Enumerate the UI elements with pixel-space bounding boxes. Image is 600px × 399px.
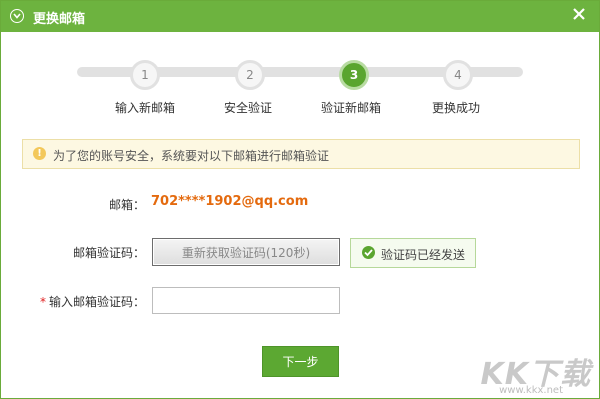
dialog-title: 更换邮箱 (33, 12, 86, 27)
check-circle-icon (362, 246, 375, 259)
step-3-label: 验证新邮箱 (320, 101, 381, 115)
code-label: 邮箱验证码： (72, 246, 145, 260)
verification-code-input[interactable] (152, 287, 340, 314)
input-code-label: * 输入邮箱验证码： (21, 293, 145, 310)
input-code-label-text: 输入邮箱验证码： (48, 295, 145, 309)
email-value: 702****1902@qq.com (151, 194, 309, 209)
step-4-circle: 4 (443, 60, 473, 90)
step-3-circle: 3 (339, 60, 369, 90)
notice-text: 为了您的账号安全，系统要对以下邮箱进行邮箱验证 (53, 149, 330, 163)
step-1-circle: 1 (130, 60, 160, 90)
code-sent-text: 验证码已经发送 (381, 248, 466, 262)
step-2-circle: 2 (235, 60, 265, 90)
step-1-label: 输入新邮箱 (114, 101, 175, 115)
close-icon[interactable] (571, 6, 587, 22)
next-step-button[interactable]: 下一步 (262, 346, 339, 377)
exclamation-icon: ! (33, 147, 46, 160)
progress-steps: 1 2 3 4 输入新邮箱 安全验证 验证新邮箱 更换成功 (1, 32, 599, 122)
step-4-label: 更换成功 (431, 101, 480, 115)
resend-code-button[interactable]: 重新获取验证码(120秒) (152, 238, 340, 266)
change-email-dialog: 更换邮箱 1 2 3 4 输入新邮箱 安全验证 验证新邮箱 更换成功 ! 为了您… (0, 0, 600, 399)
watermark-url: www.kkx.net (499, 385, 563, 396)
step-2-label: 安全验证 (223, 101, 272, 115)
watermark: KK下载 www.kkx.net (461, 349, 591, 399)
email-label: 邮箱： (108, 198, 145, 212)
chevron-circle-icon (10, 9, 24, 23)
dialog-title-bar: 更换邮箱 (1, 1, 599, 32)
code-sent-status: 验证码已经发送 (350, 238, 476, 268)
required-mark: * (39, 295, 46, 309)
security-notice: ! 为了您的账号安全，系统要对以下邮箱进行邮箱验证 (22, 139, 580, 169)
